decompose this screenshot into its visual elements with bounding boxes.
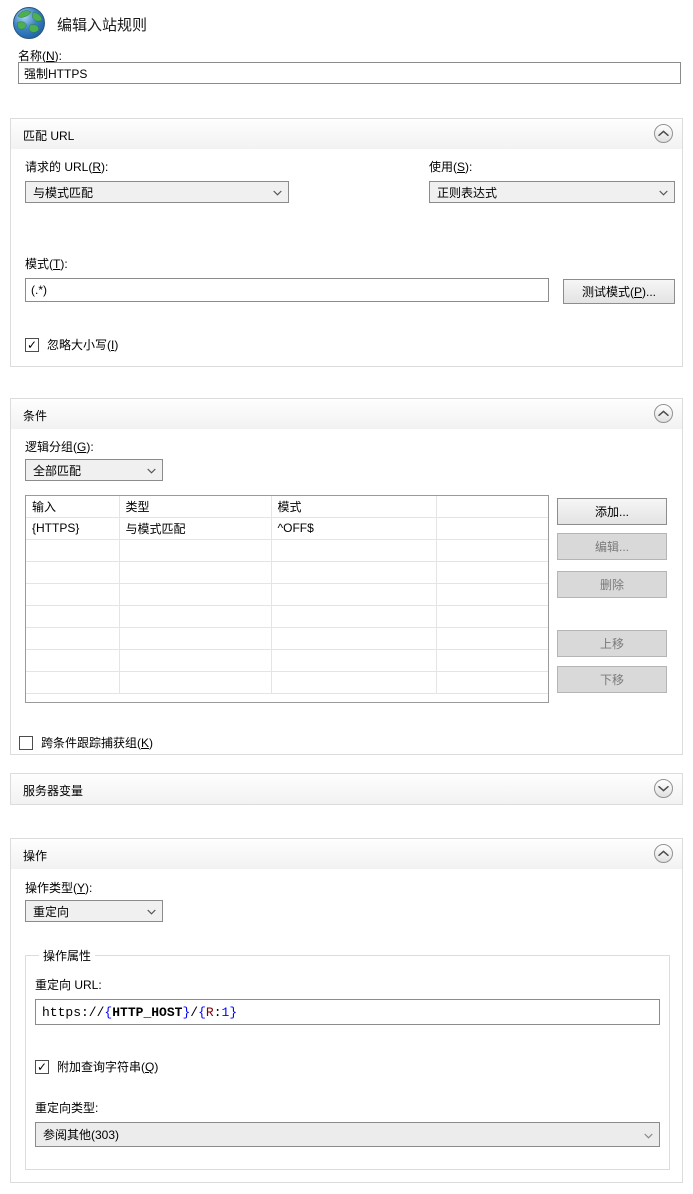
action-properties-fieldset: 操作属性 重定向 URL: https://{HTTP_HOST}/{R:1} … <box>25 947 670 1170</box>
condition-row[interactable]: {HTTPS}与模式匹配^OFF$ <box>26 517 548 539</box>
condition-cell <box>271 627 436 649</box>
logical-grouping-select[interactable]: 全部匹配 <box>25 459 163 481</box>
append-query-string-label: 附加查询字符串(Q) <box>57 1058 158 1075</box>
condition-row[interactable] <box>26 561 548 583</box>
condition-cell <box>436 605 548 627</box>
conditions-table-header: 输入 类型 模式 <box>26 496 548 517</box>
condition-cell <box>119 671 271 693</box>
ignore-case-checkbox[interactable] <box>25 338 39 352</box>
condition-cell <box>436 517 548 539</box>
redirect-url-label: 重定向 URL: <box>35 976 660 993</box>
condition-cell <box>26 539 119 561</box>
condition-cell <box>26 671 119 693</box>
action-type-label: 操作类型(Y): <box>25 879 675 896</box>
conditions-table-body: {HTTPS}与模式匹配^OFF$ <box>26 517 548 693</box>
test-pattern-button[interactable]: 测试模式(P)... <box>563 279 675 304</box>
add-condition-button[interactable]: 添加... <box>557 498 667 525</box>
action-group: 操作 操作类型(Y): 重定向 操作属性 重定向 URL: https://{H… <box>10 838 683 1183</box>
condition-cell <box>119 627 271 649</box>
chevron-down-icon <box>659 190 668 196</box>
condition-cell <box>271 583 436 605</box>
condition-cell <box>436 583 548 605</box>
action-type-select[interactable]: 重定向 <box>25 900 163 922</box>
redirect-type-select[interactable]: 参阅其他(303) <box>35 1122 660 1147</box>
condition-cell: {HTTPS} <box>26 517 119 539</box>
edit-condition-button[interactable]: 编辑... <box>557 533 667 560</box>
condition-cell <box>271 605 436 627</box>
chevron-down-icon <box>273 190 282 196</box>
condition-row[interactable] <box>26 605 548 627</box>
collapse-button[interactable] <box>654 844 673 863</box>
condition-cell <box>119 649 271 671</box>
condition-cell <box>26 605 119 627</box>
page-title: 编辑入站规则 <box>57 14 147 35</box>
condition-row[interactable] <box>26 671 548 693</box>
using-select[interactable]: 正则表达式 <box>429 181 675 203</box>
pattern-label: 模式(T): <box>25 255 675 272</box>
chevron-down-icon <box>658 785 669 792</box>
server-variables-group: 服务器变量 <box>10 773 683 805</box>
condition-cell <box>119 583 271 605</box>
globe-icon <box>11 5 47 41</box>
server-variables-title: 服务器变量 <box>23 784 83 798</box>
condition-cell <box>436 671 548 693</box>
append-query-string-checkbox[interactable] <box>35 1060 49 1074</box>
expand-button[interactable] <box>654 779 673 798</box>
redirect-type-label: 重定向类型: <box>35 1099 660 1116</box>
name-input[interactable] <box>18 62 681 84</box>
condition-row[interactable] <box>26 627 548 649</box>
condition-cell <box>436 539 548 561</box>
conditions-title: 条件 <box>23 409 47 423</box>
move-down-button[interactable]: 下移 <box>557 666 667 693</box>
match-url-group: 匹配 URL 请求的 URL(R): 与模式匹配 使用(S): 正则表达式 模式… <box>10 118 683 367</box>
condition-cell <box>26 649 119 671</box>
collapse-button[interactable] <box>654 124 673 143</box>
chevron-down-icon <box>147 909 156 915</box>
condition-cell <box>271 539 436 561</box>
ignore-case-label: 忽略大小写(I) <box>47 336 118 353</box>
condition-cell <box>436 561 548 583</box>
collapse-button[interactable] <box>654 404 673 423</box>
condition-cell <box>119 539 271 561</box>
condition-cell <box>436 649 548 671</box>
requested-url-select[interactable]: 与模式匹配 <box>25 181 289 203</box>
redirect-url-input[interactable]: https://{HTTP_HOST}/{R:1} <box>35 999 660 1025</box>
condition-cell <box>271 649 436 671</box>
move-up-button[interactable]: 上移 <box>557 630 667 657</box>
action-title: 操作 <box>23 849 47 863</box>
column-header-input: 输入 <box>26 496 119 517</box>
conditions-table[interactable]: 输入 类型 模式 {HTTPS}与模式匹配^OFF$ <box>25 495 549 703</box>
requested-url-label: 请求的 URL(R): <box>25 158 289 175</box>
logical-grouping-label: 逻辑分组(G): <box>25 438 675 455</box>
condition-cell <box>271 561 436 583</box>
condition-row[interactable] <box>26 649 548 671</box>
match-url-title: 匹配 URL <box>23 129 74 143</box>
chevron-down-icon <box>644 1133 653 1139</box>
condition-cell <box>26 583 119 605</box>
chevron-down-icon <box>147 468 156 474</box>
chevron-up-icon <box>658 850 669 857</box>
condition-cell <box>271 671 436 693</box>
condition-row[interactable] <box>26 539 548 561</box>
condition-cell <box>119 561 271 583</box>
chevron-up-icon <box>658 130 669 137</box>
condition-cell: 与模式匹配 <box>119 517 271 539</box>
track-capture-groups-label: 跨条件跟踪捕获组(K) <box>41 734 153 751</box>
condition-cell: ^OFF$ <box>271 517 436 539</box>
delete-condition-button[interactable]: 删除 <box>557 571 667 598</box>
column-header-pattern: 模式 <box>271 496 436 517</box>
condition-cell <box>436 627 548 649</box>
action-properties-title: 操作属性 <box>39 947 95 964</box>
pattern-input[interactable] <box>25 278 549 302</box>
conditions-group: 条件 逻辑分组(G): 全部匹配 输入 类型 模式 <box>10 398 683 755</box>
column-header-type: 类型 <box>119 496 271 517</box>
condition-cell <box>26 561 119 583</box>
condition-cell <box>119 605 271 627</box>
condition-row[interactable] <box>26 583 548 605</box>
column-header-empty <box>436 496 548 517</box>
chevron-up-icon <box>658 410 669 417</box>
condition-cell <box>26 627 119 649</box>
track-capture-groups-checkbox[interactable] <box>19 736 33 750</box>
using-label: 使用(S): <box>429 158 675 175</box>
